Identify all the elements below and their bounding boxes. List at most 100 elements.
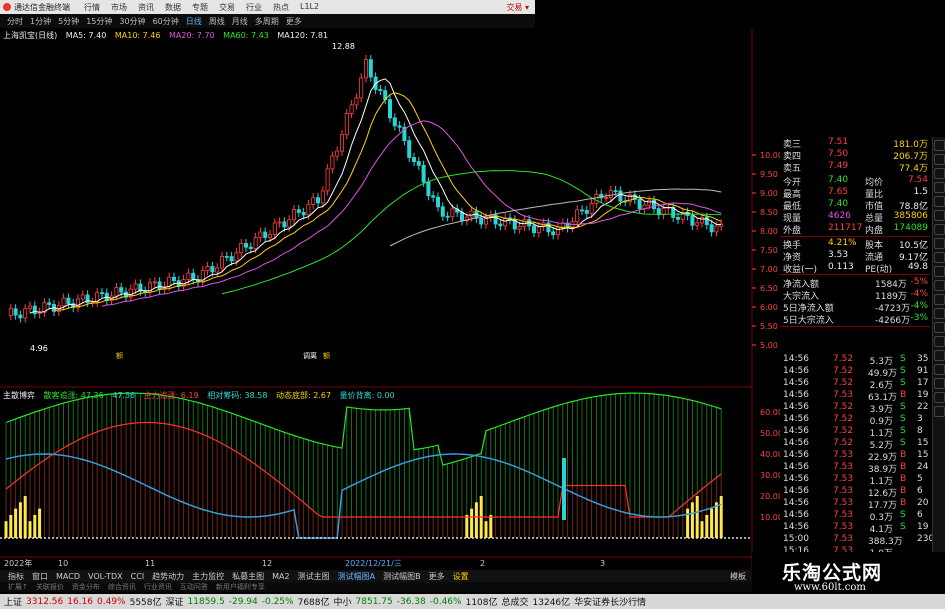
cyan-signal-bar — [562, 458, 566, 520]
tool-icon[interactable] — [934, 322, 945, 333]
trade-button[interactable]: 交易 ▾ — [506, 2, 529, 13]
tool-icon[interactable] — [934, 406, 945, 417]
tool-icon[interactable] — [934, 168, 945, 179]
kline-chart[interactable]: 10.00 9.50 9.00 8.50 8.00 7.50 7.00 6.50 6.00 5.5… — [0, 28, 780, 570]
tool-icon[interactable] — [934, 280, 945, 291]
tick-n: 24 — [917, 462, 929, 472]
subtab[interactable]: 扩展↑ — [8, 582, 28, 592]
period-tab[interactable]: 月线 — [232, 16, 248, 27]
period-tab[interactable]: 多周期 — [255, 16, 279, 27]
period-tab[interactable]: 5分钟 — [58, 16, 79, 27]
menu-item[interactable]: 资讯 — [138, 2, 165, 13]
tick-row: 14:56 7.52 1.1万 S 8 — [780, 426, 930, 439]
subtab[interactable]: 综合资讯 — [108, 582, 136, 592]
period-tab-active[interactable]: 日线 — [186, 16, 202, 27]
menu-item[interactable]: 专题 — [192, 2, 219, 13]
sub-tab-bar: 扩展↑ 关联报价 资金分布 综合资讯 行业资讯 互动问答 新用户福利专享 — [0, 582, 752, 592]
yellow-bar — [33, 514, 37, 538]
tool-icon[interactable] — [934, 350, 945, 361]
tab[interactable]: 趋势动力 — [152, 571, 184, 582]
tick-p: 7.53 — [833, 462, 854, 472]
app-logo-icon — [3, 3, 11, 11]
indicator-name[interactable]: 主散博弈 — [3, 391, 35, 400]
tab[interactable]: CCI — [131, 572, 145, 581]
tab[interactable]: VOL-TDX — [88, 572, 123, 581]
tool-icon[interactable] — [934, 294, 945, 305]
yellow-bar — [484, 521, 488, 538]
subtab[interactable]: 新用户福利专享 — [216, 582, 265, 592]
tick-t: 14:56 — [783, 450, 809, 460]
flow-row: 5日净流入额 -4723万 -4% — [783, 301, 928, 314]
period-tab[interactable]: 更多 — [286, 16, 302, 27]
menu-item[interactable]: L1L2 — [300, 2, 327, 13]
tool-icon[interactable] — [934, 336, 945, 347]
tick-t: 14:56 — [783, 366, 809, 376]
tick-t: 14:56 — [783, 510, 809, 520]
tab[interactable]: MA2 — [272, 572, 289, 581]
tool-icon[interactable] — [934, 210, 945, 221]
menu-item[interactable]: 数据 — [165, 2, 192, 13]
tool-icon[interactable] — [934, 378, 945, 389]
zx-label[interactable]: 中小 — [334, 595, 352, 608]
candle-body — [354, 97, 359, 106]
tab[interactable]: 更多 — [429, 571, 445, 582]
tab[interactable]: 窗口 — [32, 571, 48, 582]
period-tab[interactable]: 60分钟 — [153, 16, 179, 27]
yellow-bar — [690, 502, 694, 538]
sz-label[interactable]: 深证 — [166, 595, 184, 608]
ask4-row: 卖四 7.50 206.7万 — [783, 149, 928, 162]
candle-body — [517, 225, 522, 230]
period-tab[interactable]: 分时 — [7, 16, 23, 27]
divider — [780, 236, 930, 237]
tab[interactable]: 私募主图 — [232, 571, 264, 582]
tool-icon[interactable] — [934, 266, 945, 277]
menu-item[interactable]: 热点 — [273, 2, 300, 13]
period-tab[interactable]: 15分钟 — [86, 16, 112, 27]
subtab[interactable]: 关联报价 — [36, 582, 64, 592]
tick-n: 15 — [917, 450, 929, 460]
tool-icon[interactable] — [934, 182, 945, 193]
menu-item[interactable]: 行情 — [84, 2, 111, 13]
menu-item[interactable]: 行业 — [246, 2, 273, 13]
period-tab[interactable]: 30分钟 — [119, 16, 145, 27]
candle-body — [580, 209, 585, 212]
tab[interactable]: 指标 — [8, 571, 24, 582]
candle-body — [445, 215, 450, 218]
price-tick-label: 5.50 — [760, 322, 778, 331]
tab-settings[interactable]: 设置 — [453, 571, 469, 582]
tick-bs: B — [900, 486, 907, 496]
tool-icon[interactable] — [934, 154, 945, 165]
price-tick-label: 6.00 — [760, 303, 778, 312]
tool-icon[interactable] — [934, 392, 945, 403]
candle-body — [47, 302, 52, 305]
tool-icon[interactable] — [934, 308, 945, 319]
tool-icon[interactable] — [934, 238, 945, 249]
subtab[interactable]: 资金分布 — [72, 582, 100, 592]
yellow-bar — [465, 514, 469, 538]
watermark: 乐淘公式网 www.60lt.com — [752, 552, 945, 594]
menu-item[interactable]: 交易 — [219, 2, 246, 13]
tick-t: 14:56 — [783, 414, 809, 424]
period-tab[interactable]: 1分钟 — [30, 16, 51, 27]
tool-icon[interactable] — [934, 364, 945, 375]
tool-icon[interactable] — [934, 140, 945, 151]
tab[interactable]: 测试幅图B — [383, 571, 421, 582]
sh-label[interactable]: 上证 — [4, 595, 22, 608]
subtab[interactable]: 行业资讯 — [144, 582, 172, 592]
tab[interactable]: 测试幅图A — [338, 571, 375, 582]
tab[interactable]: 测试主图 — [298, 571, 330, 582]
tick-p: 7.53 — [833, 522, 854, 532]
subtab[interactable]: 互动问答 — [180, 582, 208, 592]
period-tab[interactable]: 周线 — [209, 16, 225, 27]
tool-icon[interactable] — [934, 196, 945, 207]
candle-body — [234, 252, 239, 262]
tab[interactable]: MACD — [56, 572, 80, 581]
menu-item[interactable]: 市场 — [111, 2, 138, 13]
tool-icon[interactable] — [934, 224, 945, 235]
yellow-bar — [700, 521, 704, 538]
tool-icon[interactable] — [934, 252, 945, 263]
template-button[interactable]: 模板 — [730, 571, 746, 582]
date-tick-label: 2022/12/21/三 — [345, 559, 402, 568]
tab[interactable]: 主力监控 — [192, 571, 224, 582]
tick-row: 14:56 7.53 1.1万 B 5 — [780, 474, 930, 487]
